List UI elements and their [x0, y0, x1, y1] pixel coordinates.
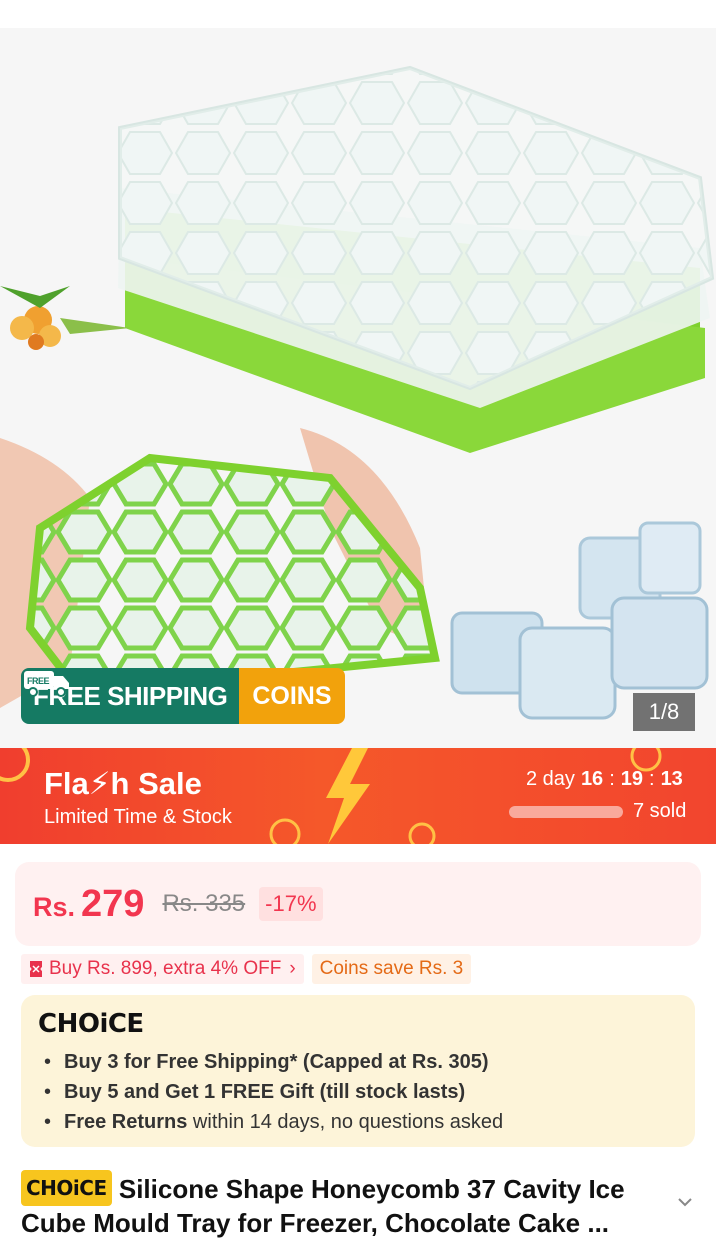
current-price: 279	[81, 882, 145, 925]
flash-sale-title: Fla⚡h Sale	[44, 766, 202, 801]
choice-tag: CHOiCE	[21, 1170, 112, 1206]
benefit-bold-text: Free Returns	[64, 1111, 188, 1133]
timer-days: 2 day	[526, 768, 575, 790]
price-currency: Rs.	[33, 891, 76, 922]
lightning-bolt-icon	[326, 748, 370, 844]
timer-separator: :	[649, 768, 655, 790]
chevron-down-icon[interactable]	[676, 1193, 694, 1211]
choice-benefit-item: Free Returns within 14 days, no question…	[38, 1107, 678, 1137]
promo-row: Buy Rs. 899, extra 4% OFF › Coins save R…	[21, 954, 472, 984]
choice-benefits-card[interactable]: CHOiCE Buy 3 for Free Shipping* (Capped …	[21, 995, 695, 1147]
coupon-icon	[30, 961, 42, 977]
product-page: FREE FREE SHIPPING COINS 1/8 Fla⚡h Sale …	[0, 0, 716, 1248]
product-image-gallery[interactable]: FREE FREE SHIPPING COINS 1/8	[0, 28, 716, 748]
timer-hours: 16	[580, 768, 604, 790]
benefit-bold-text: Buy 5 and Get 1 FREE Gift (till stock la…	[64, 1081, 466, 1103]
price-card: Rs. 279 Rs. 335 -17%	[15, 862, 701, 946]
sold-progress-bar	[509, 806, 623, 818]
sold-count: 7 sold	[633, 800, 687, 822]
benefit-text: within 14 days, no questions asked	[187, 1111, 504, 1133]
benefit-bold-text: Buy 3 for Free Shipping* (Capped at Rs. …	[64, 1051, 489, 1073]
bundle-deal-link[interactable]: Buy Rs. 899, extra 4% OFF ›	[21, 954, 304, 984]
flash-sale-banner[interactable]: Fla⚡h Sale Limited Time & Stock 2 day 16…	[0, 748, 716, 844]
free-shipping-label: FREE FREE SHIPPING	[21, 668, 240, 724]
flash-sale-timer: 2 day 16 : 19 : 13	[526, 768, 683, 791]
chevron-right-icon: ›	[289, 958, 296, 979]
truck-free-text: FREE	[27, 676, 50, 686]
choice-benefit-list: Buy 3 for Free Shipping* (Capped at Rs. …	[38, 1047, 678, 1137]
choice-benefit-item: Buy 5 and Get 1 FREE Gift (till stock la…	[38, 1077, 678, 1107]
product-title[interactable]: CHOiCE Silicone Shape Honeycomb 37 Cavit…	[21, 1170, 671, 1240]
coins-label: COINS	[239, 668, 345, 724]
choice-logo: CHOiCE	[38, 1009, 144, 1039]
image-counter: 1/8	[633, 693, 695, 731]
original-price: Rs. 335	[162, 890, 246, 917]
product-title-text: Silicone Shape Honeycomb 37 Cavity Ice C…	[21, 1174, 625, 1238]
discount-badge: -17%	[259, 887, 323, 921]
truck-icon: FREE	[24, 671, 69, 697]
free-shipping-badge: FREE FREE SHIPPING COINS	[21, 668, 345, 724]
timer-seconds: 13	[660, 768, 683, 790]
product-photo	[0, 65, 715, 720]
timer-minutes: 19	[620, 768, 643, 790]
bundle-deal-text: Buy Rs. 899, extra 4% OFF	[49, 958, 282, 979]
coins-save-badge: Coins save Rs. 3	[311, 954, 472, 984]
flash-sale-subtitle: Limited Time & Stock	[44, 806, 232, 828]
timer-separator: :	[609, 768, 615, 790]
choice-benefit-item: Buy 3 for Free Shipping* (Capped at Rs. …	[38, 1047, 678, 1077]
